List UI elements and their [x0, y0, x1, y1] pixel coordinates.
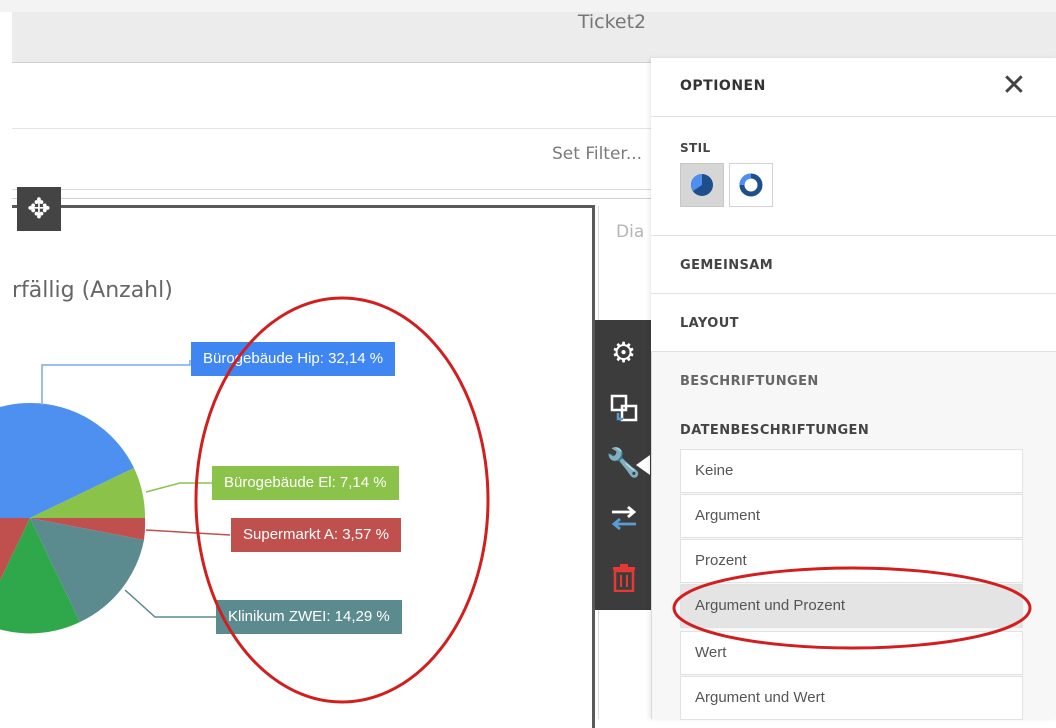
annotation-overlay [194, 296, 1032, 704]
annotation-ellipse-option [672, 566, 1032, 650]
annotation-ellipse-labels [194, 296, 490, 704]
